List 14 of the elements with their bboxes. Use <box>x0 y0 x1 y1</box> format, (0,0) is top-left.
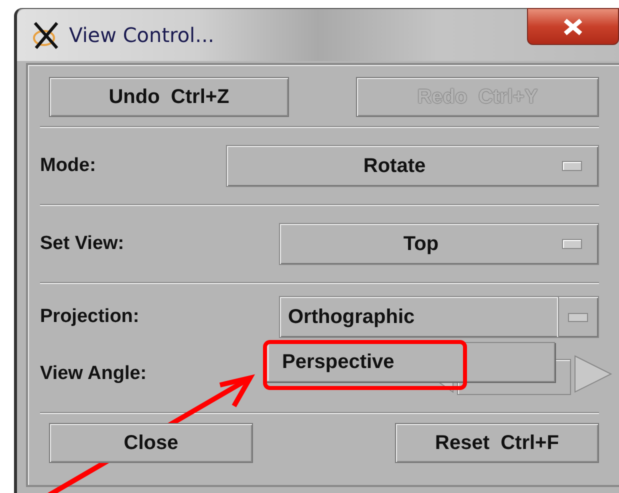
mode-label: Mode: <box>40 155 96 177</box>
close-icon[interactable] <box>527 8 619 45</box>
window-title: View Control... <box>69 23 214 47</box>
undo-button[interactable]: Undo Ctrl+Z <box>49 77 289 117</box>
set-view-dropdown[interactable]: Top <box>279 223 599 265</box>
projection-dropdown[interactable]: Orthographic <box>279 296 599 338</box>
set-view-label: Set View: <box>40 233 124 255</box>
menu-item[interactable]: Perspective <box>266 343 554 381</box>
projection-label: Projection: <box>40 306 140 328</box>
view-angle-label: View Angle: <box>40 363 147 385</box>
x-logo-icon <box>31 20 61 50</box>
reset-button[interactable]: Reset Ctrl+F <box>395 423 599 463</box>
close-button[interactable]: Close <box>49 423 253 463</box>
mode-dropdown[interactable]: Rotate <box>226 145 599 187</box>
